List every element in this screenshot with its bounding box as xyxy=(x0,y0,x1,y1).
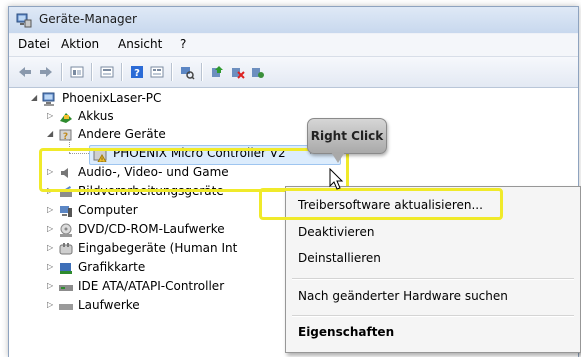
view-icon[interactable] xyxy=(99,64,115,80)
window-title: Geräte-Manager xyxy=(39,12,137,26)
update-driver-icon[interactable] xyxy=(209,64,225,80)
menu-item-properties[interactable]: Eigenschaften xyxy=(290,319,576,345)
tree-label: Eingabegeräte (Human Int xyxy=(78,241,238,255)
menu-item-uninstall[interactable]: Deinstallieren xyxy=(290,245,576,271)
expand-icon[interactable]: ▷ xyxy=(47,262,55,271)
expand-icon[interactable]: ▷ xyxy=(47,205,55,214)
tree-node-akkus[interactable]: ▷ Akkus xyxy=(9,108,309,126)
toolbar-separator xyxy=(91,63,93,81)
help-icon[interactable]: ? xyxy=(129,64,145,80)
back-icon[interactable] xyxy=(17,64,33,80)
expand-icon[interactable]: ▷ xyxy=(47,111,55,120)
svg-text:?: ? xyxy=(134,68,140,79)
menu-aktion[interactable]: Aktion xyxy=(61,37,99,51)
ide-controller-icon xyxy=(59,285,73,291)
computer-icon xyxy=(60,206,72,217)
right-click-callout: Right Click xyxy=(307,118,387,154)
menu-separator xyxy=(292,278,574,280)
menu-item-disable[interactable]: Deaktivieren xyxy=(290,219,576,245)
toolbar: ? xyxy=(9,57,578,88)
resources-icon[interactable] xyxy=(149,64,165,80)
properties-view-icon[interactable] xyxy=(69,64,85,80)
tree-node-computer[interactable]: ▷ Computer xyxy=(9,202,269,220)
expand-icon[interactable]: ▷ xyxy=(47,281,55,290)
tree-label: Andere Geräte xyxy=(78,127,166,141)
tree-node-dvd[interactable]: ▷ DVD/CD-ROM-Laufwerke xyxy=(9,221,269,239)
svg-text:?: ? xyxy=(63,132,68,142)
forward-icon[interactable] xyxy=(38,64,54,80)
menu-ansicht[interactable]: Ansicht xyxy=(118,37,162,51)
battery-icon xyxy=(60,113,72,123)
menu-item-scan-hardware[interactable]: Nach geänderter Hardware suchen xyxy=(290,283,576,309)
expand-icon[interactable]: ▷ xyxy=(47,243,55,252)
collapse-icon[interactable]: ◢ xyxy=(31,93,39,102)
tree-node-laufwerke[interactable]: ▷ Laufwerke xyxy=(9,297,269,315)
unknown-device-icon: ? xyxy=(59,129,72,142)
collapse-icon[interactable]: ◢ xyxy=(47,129,55,138)
disk-drive-icon xyxy=(59,304,73,310)
tree-node-ide[interactable]: ▷ IDE ATA/ATAPI-Controller xyxy=(9,278,269,296)
tree-label: IDE ATA/ATAPI-Controller xyxy=(78,279,225,293)
tree-label: Computer xyxy=(78,203,138,217)
toolbar-separator xyxy=(121,63,123,81)
expand-icon[interactable]: ▷ xyxy=(47,224,55,233)
menu-item-label: Eigenschaften xyxy=(298,325,395,339)
tree-node-root[interactable]: ◢ PhoenixLaser-PC xyxy=(9,90,309,108)
expand-icon[interactable]: ▷ xyxy=(47,300,55,309)
menu-datei[interactable]: Datei xyxy=(18,37,50,51)
menu-help[interactable]: ? xyxy=(180,37,186,51)
toolbar-separator xyxy=(61,63,63,81)
scan-hardware-icon[interactable] xyxy=(179,64,195,80)
mouse-cursor-icon xyxy=(329,168,344,190)
title-bar: Geräte-Manager xyxy=(9,7,578,33)
menu-item-label: Deinstallieren xyxy=(298,251,381,265)
highlight-frame xyxy=(259,188,503,220)
callout-tail xyxy=(331,152,345,163)
disc-drive-icon xyxy=(60,223,72,237)
menu-bar: Datei Aktion Ansicht ? xyxy=(9,34,578,57)
computer-icon xyxy=(42,92,55,106)
toolbar-separator xyxy=(171,63,173,81)
tree-node-eingabegeraete[interactable]: ▷ Eingabegeräte (Human Int xyxy=(9,240,269,258)
menu-item-label: Nach geänderter Hardware suchen xyxy=(298,289,508,303)
tree-node-andere-geraete[interactable]: ◢ ? Andere Geräte xyxy=(9,126,309,144)
display-adapter-icon xyxy=(60,263,72,274)
tree-label: Grafikkarte xyxy=(78,260,146,274)
tree-label: Laufwerke xyxy=(78,298,140,312)
hid-icon xyxy=(59,243,73,255)
tree-label: DVD/CD-ROM-Laufwerke xyxy=(78,222,225,236)
menu-separator xyxy=(292,315,574,317)
tree-root-label: PhoenixLaser-PC xyxy=(62,91,162,105)
disable-icon[interactable] xyxy=(249,64,265,80)
uninstall-icon[interactable] xyxy=(229,64,245,80)
tree-label: Akkus xyxy=(78,109,114,123)
device-manager-icon xyxy=(16,13,32,28)
menu-item-label: Deaktivieren xyxy=(298,225,375,239)
toolbar-separator xyxy=(201,63,203,81)
tree-node-grafikkarte[interactable]: ▷ Grafikkarte xyxy=(9,259,269,277)
